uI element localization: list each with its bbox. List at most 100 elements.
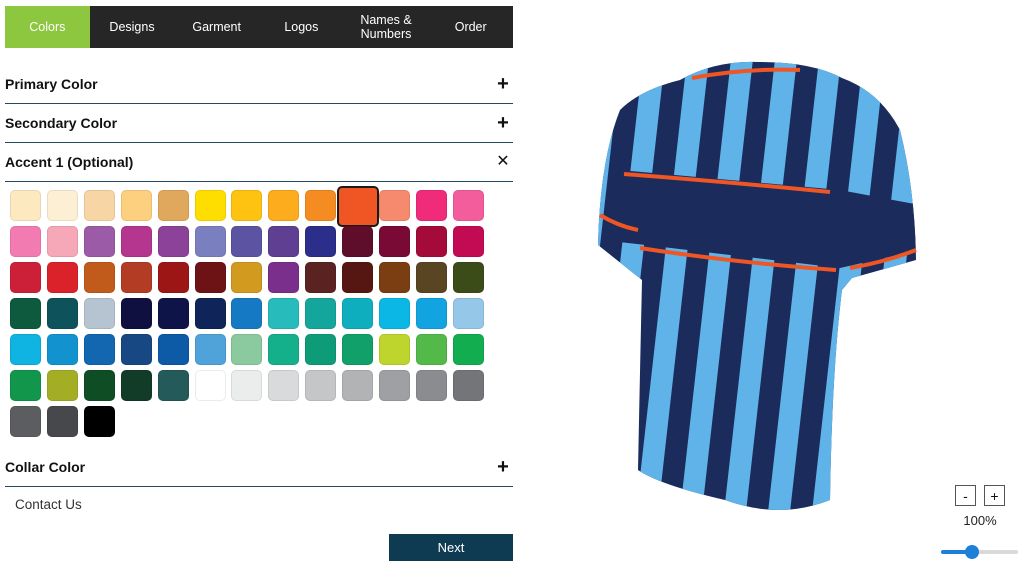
color-swatch[interactable] bbox=[83, 334, 115, 365]
color-swatch[interactable] bbox=[194, 334, 226, 365]
color-swatch[interactable] bbox=[10, 334, 41, 365]
color-swatch[interactable] bbox=[305, 262, 337, 293]
color-swatch[interactable] bbox=[379, 370, 410, 401]
color-swatch[interactable] bbox=[157, 262, 189, 293]
color-swatch[interactable] bbox=[120, 334, 152, 365]
color-swatch[interactable] bbox=[83, 226, 115, 257]
contact-us-link[interactable]: Contact Us bbox=[15, 497, 82, 512]
color-swatch[interactable] bbox=[83, 406, 115, 437]
color-swatch[interactable] bbox=[120, 226, 152, 257]
primary-color-section[interactable]: Primary Color + bbox=[5, 65, 513, 104]
color-swatch[interactable] bbox=[120, 262, 152, 293]
expand-icon[interactable]: + bbox=[493, 457, 513, 477]
secondary-color-section[interactable]: Secondary Color + bbox=[5, 104, 513, 143]
color-swatch[interactable] bbox=[10, 190, 41, 221]
next-button[interactable]: Next bbox=[389, 534, 513, 561]
color-swatch[interactable] bbox=[342, 370, 374, 401]
color-swatch[interactable] bbox=[452, 190, 484, 221]
color-swatch[interactable] bbox=[231, 370, 263, 401]
color-swatch[interactable] bbox=[415, 334, 447, 365]
color-swatch[interactable] bbox=[452, 262, 484, 293]
color-swatch[interactable] bbox=[10, 370, 41, 401]
color-swatch[interactable] bbox=[83, 190, 115, 221]
color-swatch[interactable] bbox=[305, 334, 337, 365]
tab-logos[interactable]: Logos bbox=[259, 6, 344, 48]
color-swatch[interactable] bbox=[415, 226, 447, 257]
color-swatch[interactable] bbox=[194, 370, 226, 401]
color-swatch[interactable] bbox=[379, 334, 410, 365]
color-swatch[interactable] bbox=[342, 298, 374, 329]
color-swatch[interactable] bbox=[10, 298, 41, 329]
color-swatch[interactable] bbox=[268, 226, 300, 257]
color-swatch[interactable] bbox=[342, 226, 374, 257]
color-swatch[interactable] bbox=[415, 190, 447, 221]
close-icon[interactable]: ✕ bbox=[493, 152, 513, 172]
color-swatch[interactable] bbox=[194, 226, 226, 257]
color-swatch[interactable] bbox=[194, 190, 226, 221]
color-swatch[interactable] bbox=[83, 370, 115, 401]
color-swatch[interactable] bbox=[157, 298, 189, 329]
color-swatch[interactable] bbox=[231, 334, 263, 365]
color-swatch[interactable] bbox=[10, 226, 41, 257]
zoom-out-button[interactable]: - bbox=[955, 485, 976, 506]
tab-designs[interactable]: Designs bbox=[90, 6, 175, 48]
color-swatch[interactable] bbox=[83, 298, 115, 329]
color-swatch[interactable] bbox=[415, 262, 447, 293]
color-swatch[interactable] bbox=[157, 370, 189, 401]
color-swatch[interactable] bbox=[157, 190, 189, 221]
color-swatch[interactable] bbox=[268, 370, 300, 401]
tab-names-numbers[interactable]: Names & Numbers bbox=[344, 6, 429, 48]
color-swatch[interactable] bbox=[46, 298, 78, 329]
color-swatch[interactable] bbox=[337, 186, 380, 227]
color-swatch[interactable] bbox=[268, 190, 300, 221]
collar-color-section[interactable]: Collar Color + bbox=[5, 448, 513, 487]
slider-thumb[interactable] bbox=[964, 545, 979, 559]
color-swatch[interactable] bbox=[342, 334, 374, 365]
color-swatch[interactable] bbox=[379, 298, 410, 329]
expand-icon[interactable]: + bbox=[493, 74, 513, 94]
jersey-preview[interactable] bbox=[580, 30, 940, 530]
color-swatch[interactable] bbox=[231, 226, 263, 257]
color-swatch[interactable] bbox=[157, 226, 189, 257]
color-swatch[interactable] bbox=[379, 226, 410, 257]
color-swatch[interactable] bbox=[342, 262, 374, 293]
color-swatch[interactable] bbox=[305, 190, 337, 221]
color-swatch[interactable] bbox=[379, 262, 410, 293]
color-swatch[interactable] bbox=[379, 190, 410, 221]
color-swatch[interactable] bbox=[305, 226, 337, 257]
tab-garment[interactable]: Garment bbox=[174, 6, 259, 48]
color-swatch[interactable] bbox=[305, 298, 337, 329]
tab-order[interactable]: Order bbox=[428, 6, 513, 48]
color-swatch[interactable] bbox=[268, 298, 300, 329]
color-swatch[interactable] bbox=[452, 226, 484, 257]
color-swatch[interactable] bbox=[10, 262, 41, 293]
color-swatch[interactable] bbox=[46, 226, 78, 257]
color-swatch[interactable] bbox=[231, 190, 263, 221]
color-swatch[interactable] bbox=[120, 298, 152, 329]
color-swatch[interactable] bbox=[46, 190, 78, 221]
color-swatch[interactable] bbox=[231, 262, 263, 293]
expand-icon[interactable]: + bbox=[493, 113, 513, 133]
color-swatch[interactable] bbox=[452, 334, 484, 365]
tab-colors[interactable]: Colors bbox=[5, 6, 90, 48]
color-swatch[interactable] bbox=[46, 406, 78, 437]
color-swatch[interactable] bbox=[452, 370, 484, 401]
accent-color-section[interactable]: Accent 1 (Optional) ✕ bbox=[5, 143, 513, 182]
color-swatch[interactable] bbox=[268, 334, 300, 365]
zoom-in-button[interactable]: + bbox=[984, 485, 1005, 506]
color-swatch[interactable] bbox=[268, 262, 300, 293]
color-swatch[interactable] bbox=[120, 190, 152, 221]
color-swatch[interactable] bbox=[415, 298, 447, 329]
color-swatch[interactable] bbox=[46, 370, 78, 401]
color-swatch[interactable] bbox=[305, 370, 337, 401]
color-swatch[interactable] bbox=[120, 370, 152, 401]
color-swatch[interactable] bbox=[415, 370, 447, 401]
color-swatch[interactable] bbox=[231, 298, 263, 329]
color-swatch[interactable] bbox=[46, 334, 78, 365]
color-swatch[interactable] bbox=[83, 262, 115, 293]
color-swatch[interactable] bbox=[194, 298, 226, 329]
color-swatch[interactable] bbox=[194, 262, 226, 293]
color-swatch[interactable] bbox=[46, 262, 78, 293]
zoom-slider[interactable] bbox=[941, 543, 1018, 561]
color-swatch[interactable] bbox=[10, 406, 41, 437]
